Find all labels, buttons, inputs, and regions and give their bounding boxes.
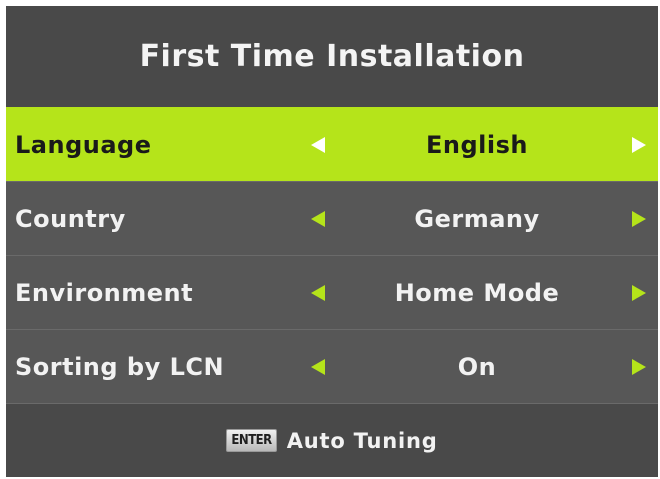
triangle-right-icon[interactable] xyxy=(632,137,646,153)
triangle-right-icon[interactable] xyxy=(632,285,646,301)
triangle-right-icon[interactable] xyxy=(632,211,646,227)
page-title: First Time Installation xyxy=(6,6,658,107)
settings-list: Language English Country Germany Environ… xyxy=(6,107,658,403)
setting-row-language[interactable]: Language English xyxy=(6,107,658,181)
setting-label: Environment xyxy=(15,279,194,307)
setting-label: Sorting by LCN xyxy=(15,353,225,381)
setting-label: Language xyxy=(15,131,152,159)
footer-hint: ENTER Auto Tuning xyxy=(6,403,658,477)
setting-row-environment[interactable]: Environment Home Mode xyxy=(6,255,658,329)
setting-value: Germany xyxy=(414,205,540,233)
triangle-left-icon[interactable] xyxy=(311,211,325,227)
enter-key-icon: ENTER xyxy=(226,429,277,452)
setting-row-sorting-by-lcn[interactable]: Sorting by LCN On xyxy=(6,329,658,403)
setting-value: English xyxy=(426,131,528,159)
setting-label: Country xyxy=(15,205,126,233)
first-time-installation-screen: First Time Installation Language English… xyxy=(6,6,658,477)
triangle-left-icon[interactable] xyxy=(311,137,325,153)
triangle-left-icon[interactable] xyxy=(311,359,325,375)
setting-value: Home Mode xyxy=(394,279,560,307)
setting-value: On xyxy=(457,353,497,381)
setting-row-country[interactable]: Country Germany xyxy=(6,181,658,255)
auto-tuning-label: Auto Tuning xyxy=(286,428,438,453)
triangle-right-icon[interactable] xyxy=(632,359,646,375)
triangle-left-icon[interactable] xyxy=(311,285,325,301)
